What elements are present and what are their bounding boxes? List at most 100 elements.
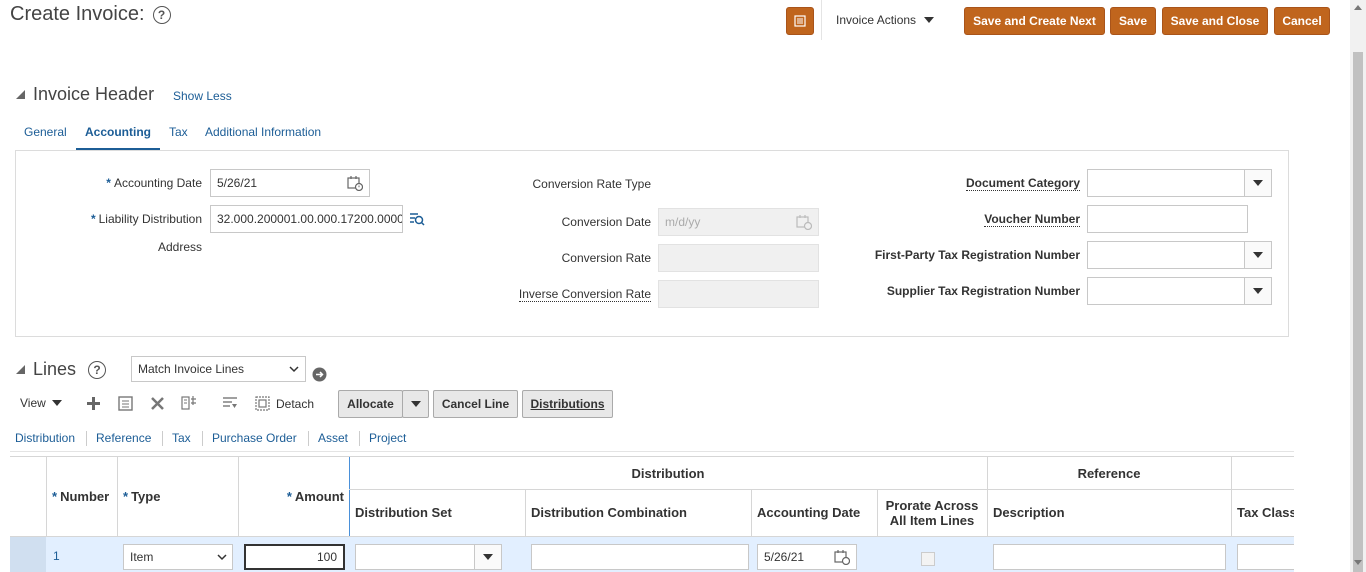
column-header-number[interactable]: * Number xyxy=(52,489,109,504)
page-title: Create Invoice: xyxy=(10,3,145,25)
row-header-cell[interactable] xyxy=(10,537,46,572)
toolbar-divider xyxy=(821,0,822,40)
address-label: Address xyxy=(157,240,202,254)
lines-section: Lines ? xyxy=(16,359,107,380)
vertical-scrollbar[interactable] xyxy=(1350,0,1366,572)
collapse-icon[interactable] xyxy=(16,90,25,99)
column-header-distribution-set[interactable]: Distribution Set xyxy=(355,505,452,520)
document-category-select[interactable] xyxy=(1087,169,1272,197)
supplier-tax-select[interactable] xyxy=(1087,277,1272,305)
show-less-link[interactable]: Show Less xyxy=(173,89,232,103)
type-select[interactable]: Item xyxy=(123,544,233,570)
dropdown-button[interactable] xyxy=(1244,242,1271,268)
row-number: 1 xyxy=(53,549,60,563)
allocate-button[interactable]: Allocate xyxy=(338,390,403,418)
inverse-conversion-rate-label: Inverse Conversion Rate xyxy=(518,287,651,302)
conversion-rate-label: Conversion Rate xyxy=(561,251,651,265)
search-detail-icon[interactable] xyxy=(409,211,425,227)
description-input[interactable] xyxy=(993,544,1226,570)
accounting-panel: * Accounting Date 5/26/21 * Liability Dist… xyxy=(15,150,1289,337)
tab-tax[interactable]: Tax xyxy=(169,125,188,139)
column-header-accounting-date[interactable]: Accounting Date xyxy=(757,505,860,520)
column-header-amount[interactable]: * Amount xyxy=(287,489,344,504)
calendar-icon[interactable] xyxy=(834,549,850,565)
calendar-icon[interactable] xyxy=(347,175,363,191)
save-and-close-button[interactable]: Save and Close xyxy=(1162,7,1268,35)
tab-general[interactable]: General xyxy=(24,125,67,139)
tax-class-input[interactable] xyxy=(1237,544,1294,570)
subtab-divider xyxy=(308,431,309,446)
supplier-tax-label: Supplier Tax Registration Number xyxy=(886,284,1080,298)
allocate-dropdown-button[interactable] xyxy=(402,390,429,418)
header-divider xyxy=(349,489,1294,490)
caret-down-icon xyxy=(1253,288,1263,294)
match-invoice-lines-select[interactable]: Match Invoice Lines xyxy=(131,356,306,382)
dropdown-button[interactable] xyxy=(1244,170,1271,196)
distributions-button[interactable]: Distributions xyxy=(522,390,613,418)
amount-input[interactable]: 100 xyxy=(244,544,345,570)
conversion-rate-input[interactable] xyxy=(658,244,819,272)
list-icon xyxy=(794,15,806,27)
cancel-button[interactable]: Cancel xyxy=(1274,7,1330,35)
lines-table: * Number * Type * Amount Distribution Refer… xyxy=(10,456,1294,572)
invoice-actions-label: Invoice Actions xyxy=(836,13,917,27)
caret-down-icon xyxy=(483,554,493,560)
liability-distribution-input[interactable]: 32.000.200001.00.000.17200.0000 xyxy=(210,205,403,233)
save-and-create-next-button[interactable]: Save and Create Next xyxy=(964,7,1105,35)
accounting-date-input[interactable]: 5/26/21 xyxy=(210,169,370,197)
subtab-purchase-order[interactable]: Purchase Order xyxy=(212,431,297,445)
save-button[interactable]: Save xyxy=(1110,7,1156,35)
calendar-icon xyxy=(796,215,812,230)
column-header-description[interactable]: Description xyxy=(993,505,1065,520)
filter-icon[interactable] xyxy=(222,395,238,411)
subtab-project[interactable]: Project xyxy=(369,431,406,445)
distribution-combination-input[interactable] xyxy=(531,544,749,570)
dropdown-button[interactable] xyxy=(474,545,501,569)
list-icon-button[interactable] xyxy=(786,7,814,35)
lines-title: Lines xyxy=(33,359,77,379)
conversion-date-input[interactable]: m/d/yy xyxy=(658,208,819,236)
conversion-date-label: Conversion Date xyxy=(561,215,651,229)
collapse-icon[interactable] xyxy=(16,365,25,374)
invoice-actions-menu[interactable]: Invoice Actions xyxy=(836,13,935,27)
voucher-number-input[interactable] xyxy=(1087,205,1248,233)
scroll-down-icon[interactable] xyxy=(1354,560,1362,566)
tab-additional-information[interactable]: Additional Information xyxy=(205,125,321,139)
first-party-tax-label: First-Party Tax Registration Number xyxy=(874,248,1080,262)
prorate-checkbox[interactable] xyxy=(921,552,935,566)
subtab-tax[interactable]: Tax xyxy=(172,431,191,445)
help-icon[interactable]: ? xyxy=(88,360,107,379)
delete-icon[interactable] xyxy=(150,396,165,411)
table-row[interactable]: 1 Item 100 5/26/21 xyxy=(10,537,1294,572)
edit-icon[interactable] xyxy=(118,396,133,411)
page-title-wrap: Create Invoice: ? xyxy=(10,3,171,26)
add-icon[interactable] xyxy=(86,396,101,411)
column-header-prorate[interactable]: Prorate Across All Item Lines xyxy=(877,498,987,528)
subtab-divider xyxy=(86,431,87,446)
scroll-up-icon[interactable] xyxy=(1354,4,1362,10)
view-menu[interactable]: View xyxy=(20,396,62,410)
document-category-label: Document Category xyxy=(965,176,1080,191)
help-icon[interactable]: ? xyxy=(152,5,171,24)
subtab-reference[interactable]: Reference xyxy=(96,431,151,445)
column-header-distribution-combination[interactable]: Distribution Combination xyxy=(531,505,687,520)
cancel-line-button[interactable]: Cancel Line xyxy=(433,390,518,418)
tab-accounting[interactable]: Accounting xyxy=(85,125,151,139)
subtab-divider xyxy=(162,431,163,446)
caret-down-icon xyxy=(51,400,62,406)
first-party-tax-select[interactable] xyxy=(1087,241,1272,269)
detach-icon xyxy=(255,396,270,411)
caret-down-icon xyxy=(1253,180,1263,186)
distribution-set-select[interactable] xyxy=(355,544,502,570)
inverse-conversion-rate-input[interactable] xyxy=(658,280,819,308)
column-header-type[interactable]: * Type xyxy=(123,489,160,504)
line-accounting-date-input[interactable]: 5/26/21 xyxy=(757,544,857,570)
go-arrow-icon[interactable] xyxy=(312,367,327,382)
split-icon[interactable] xyxy=(181,395,197,411)
dropdown-button[interactable] xyxy=(1244,278,1271,304)
subtab-asset[interactable]: Asset xyxy=(318,431,348,445)
detach-button[interactable]: Detach xyxy=(255,396,314,411)
column-header-tax-class[interactable]: Tax Class xyxy=(1237,505,1294,520)
scrollbar-thumb[interactable] xyxy=(1353,52,1363,572)
subtab-distribution[interactable]: Distribution xyxy=(15,431,75,445)
